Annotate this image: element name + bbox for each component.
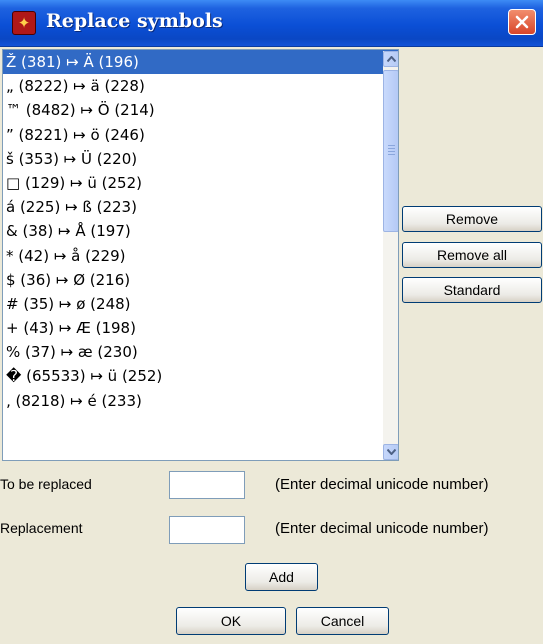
scroll-thumb[interactable]: [383, 70, 398, 232]
ok-button[interactable]: OK: [176, 607, 286, 635]
to-be-replaced-label: To be replaced: [0, 476, 92, 492]
list-item[interactable]: � (65533) ↦ ü (252): [3, 364, 398, 388]
replacement-label: Replacement: [0, 520, 83, 536]
to-be-replaced-hint: (Enter decimal unicode number): [275, 476, 489, 493]
thumb-grip: [388, 154, 395, 155]
thumb-grip: [388, 151, 395, 152]
list-item[interactable]: + (43) ↦ Æ (198): [3, 316, 398, 340]
list-item[interactable]: á (225) ↦ ß (223): [3, 195, 398, 219]
close-button[interactable]: [508, 9, 536, 35]
scroll-down-button[interactable]: [383, 444, 398, 460]
list-item[interactable]: * (42) ↦ å (229): [3, 244, 398, 268]
replacement-list[interactable]: Ž (381) ↦ Ä (196) „ (8222) ↦ ä (228) ™ (84…: [2, 49, 399, 461]
window-title: Replace symbols: [46, 10, 223, 32]
list-item[interactable]: & (38) ↦ Å (197): [3, 219, 398, 243]
chevron-up-icon: [387, 56, 396, 62]
list-item[interactable]: „ (8222) ↦ ä (228): [3, 74, 398, 98]
list-item[interactable]: % (37) ↦ æ (230): [3, 340, 398, 364]
list-item[interactable]: ™ (8482) ↦ Ö (214): [3, 98, 398, 122]
thumb-grip: [388, 148, 395, 149]
vertical-scrollbar[interactable]: [383, 51, 398, 460]
add-button[interactable]: Add: [245, 563, 318, 591]
app-icon: ✦: [12, 11, 36, 35]
list-item[interactable]: ‚ (8218) ↦ é (233): [3, 389, 398, 413]
chevron-down-icon: [387, 449, 396, 455]
list-item[interactable]: # (35) ↦ ø (248): [3, 292, 398, 316]
list-item[interactable]: Ž (381) ↦ Ä (196): [3, 50, 398, 75]
list-item[interactable]: $ (36) ↦ Ø (216): [3, 268, 398, 292]
replacement-hint: (Enter decimal unicode number): [275, 520, 489, 537]
cancel-button[interactable]: Cancel: [296, 607, 389, 635]
to-be-replaced-input[interactable]: [169, 471, 245, 499]
close-icon: [515, 15, 529, 29]
scroll-up-button[interactable]: [383, 51, 398, 67]
replacement-input[interactable]: [169, 516, 245, 544]
list-rows: Ž (381) ↦ Ä (196) „ (8222) ↦ ä (228) ™ (84…: [3, 50, 398, 413]
remove-button[interactable]: Remove: [402, 206, 542, 232]
list-item[interactable]: š (353) ↦ Ü (220): [3, 147, 398, 171]
list-item[interactable]: □ (129) ↦ ü (252): [3, 171, 398, 195]
list-item[interactable]: ” (8221) ↦ ö (246): [3, 123, 398, 147]
title-bar[interactable]: ✦ Replace symbols: [0, 0, 543, 47]
standard-button[interactable]: Standard: [402, 277, 542, 303]
thumb-grip: [388, 145, 395, 146]
remove-all-button[interactable]: Remove all: [402, 242, 542, 268]
